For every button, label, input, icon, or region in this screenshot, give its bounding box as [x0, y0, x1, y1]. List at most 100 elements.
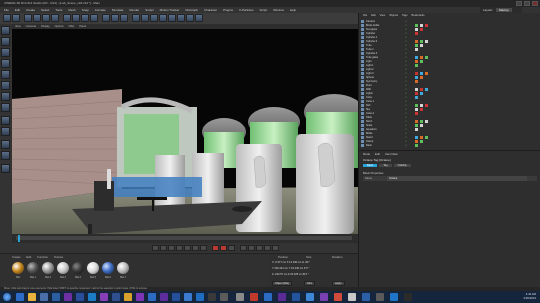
object-tag-icon[interactable] — [420, 76, 423, 79]
coord-row-x[interactable]: X -6.377 cm X 14 330 cm H -90 ° — [272, 261, 310, 264]
object-name[interactable]: Camera — [366, 20, 375, 23]
point-level-key-button[interactable] — [272, 245, 279, 251]
menu-character[interactable]: Character — [204, 8, 217, 12]
taskbar-app-icon[interactable] — [148, 293, 156, 301]
visibility-check-icon[interactable]: ✓ — [405, 60, 407, 63]
polygons-mode-icon[interactable] — [1, 103, 10, 112]
play-button[interactable] — [176, 245, 183, 251]
object-name[interactable]: Aquarium — [366, 128, 377, 131]
visibility-check-icon[interactable]: ✓ — [405, 108, 407, 111]
visibility-check-icon[interactable]: ✓ — [405, 144, 407, 147]
taskbar-app-icon[interactable] — [40, 293, 48, 301]
object-tag-icon[interactable] — [415, 72, 418, 75]
menu-render[interactable]: Render — [129, 8, 139, 12]
object-name[interactable]: Scale — [366, 124, 372, 127]
taskbar-clock[interactable]: 4:42 AM 2/26/2013 — [504, 292, 536, 300]
viewport-menu-cameras[interactable]: Cameras — [26, 25, 37, 28]
render-picture-viewer-icon[interactable] — [111, 14, 119, 22]
object-tag-icon[interactable] — [415, 120, 418, 123]
object-name[interactable]: Cylinder.1 — [366, 36, 377, 39]
viewport-menu-view[interactable]: View — [15, 25, 21, 28]
material-swatch[interactable] — [12, 262, 24, 274]
timeline[interactable] — [12, 234, 358, 243]
taskbar-app-icon[interactable] — [292, 293, 300, 301]
om-menu-bookmarks[interactable]: Bookmarks — [412, 14, 425, 17]
taskbar-app-icon[interactable] — [136, 293, 144, 301]
object-tag-icon[interactable] — [415, 48, 418, 51]
taskbar-app-icon[interactable] — [250, 293, 258, 301]
object-tag-icon[interactable] — [415, 108, 418, 111]
visibility-check-icon[interactable]: ✓ — [405, 40, 407, 43]
visibility-check-icon[interactable]: ✓ — [405, 56, 407, 59]
visibility-check-icon[interactable]: ✓ — [405, 20, 407, 23]
object-name[interactable]: Clamp — [366, 140, 373, 143]
coord-row-y[interactable]: Y 230.221 cm Y 16 245 cm P 0 ° — [272, 267, 309, 270]
visibility-check-icon[interactable]: ✓ — [405, 80, 407, 83]
taskbar-app-icon[interactable] — [196, 293, 204, 301]
visibility-check-icon[interactable]: ✓ — [405, 84, 407, 87]
object-name[interactable]: Light — [366, 60, 371, 63]
go-to-end-button[interactable] — [200, 245, 207, 251]
keyframe-selection-button[interactable] — [228, 245, 235, 251]
render-settings-icon[interactable] — [120, 14, 128, 22]
menu-help[interactable]: Help — [290, 8, 296, 12]
taskbar-app-icon[interactable] — [100, 293, 108, 301]
object-tag-icon[interactable] — [425, 88, 428, 91]
coord-row-z[interactable]: Z -233.57 cm Z 20 025 cm B 0 ° — [272, 273, 309, 276]
menu-window[interactable]: Window — [273, 8, 284, 12]
object-name[interactable]: Cylinder.2 — [366, 40, 377, 43]
object-name[interactable]: Sky — [366, 108, 370, 111]
material-menu-texture[interactable]: Texture — [54, 255, 63, 259]
object-name[interactable]: Table — [366, 116, 372, 119]
visibility-check-icon[interactable]: ✓ — [405, 44, 407, 47]
taskbar-app-icon[interactable] — [362, 293, 370, 301]
visibility-check-icon[interactable]: ✓ — [405, 136, 407, 139]
taskbar-app-icon[interactable] — [334, 293, 342, 301]
subdivision-icon[interactable] — [150, 14, 158, 22]
texture-mode-icon[interactable] — [1, 59, 10, 68]
object-tag-icon[interactable] — [425, 120, 428, 123]
coordinate-system-icon[interactable] — [90, 14, 98, 22]
object-tag-icon[interactable] — [425, 56, 428, 59]
object-name[interactable]: Cube — [366, 96, 372, 99]
object-tag-icon[interactable] — [415, 136, 418, 139]
taskbar-app-icon[interactable] — [278, 293, 286, 301]
record-button[interactable] — [212, 245, 219, 251]
taskbar-app-icon[interactable] — [208, 293, 216, 301]
layout-value[interactable]: Startup — [495, 8, 512, 12]
at-menu-edit[interactable]: Edit — [375, 152, 380, 156]
object-tag-icon[interactable] — [415, 56, 418, 59]
object-name[interactable]: Light.3 — [366, 72, 374, 75]
menu-file[interactable]: File — [4, 8, 9, 12]
snap-icon[interactable] — [1, 140, 10, 149]
object-name[interactable]: Stand — [366, 136, 373, 139]
y-axis-icon[interactable] — [72, 14, 80, 22]
object-name[interactable]: Sphere — [366, 76, 374, 79]
menu-create[interactable]: Create — [26, 8, 35, 12]
object-tag-icon[interactable] — [420, 140, 423, 143]
object-tag-icon[interactable] — [420, 24, 423, 27]
cube-icon[interactable] — [132, 14, 140, 22]
menu-mograph[interactable]: MoGraph — [185, 8, 198, 12]
visibility-check-icon[interactable]: ✓ — [405, 52, 407, 55]
object-tag-icon[interactable] — [420, 124, 423, 127]
camera-icon[interactable] — [186, 14, 194, 22]
taskbar-app-icon[interactable] — [124, 293, 132, 301]
taskbar-app-icon[interactable] — [306, 293, 314, 301]
taskbar-app-icon[interactable] — [160, 293, 168, 301]
object-tag-icon[interactable] — [420, 44, 423, 47]
menu-script[interactable]: Script — [260, 8, 268, 12]
close-button[interactable] — [532, 1, 538, 6]
visibility-check-icon[interactable]: ✓ — [405, 104, 407, 107]
scale-key-button[interactable] — [248, 245, 255, 251]
taskbar-app-icon[interactable] — [320, 293, 328, 301]
taskbar-app-icon[interactable] — [236, 293, 244, 301]
object-name[interactable]: Light.1 — [366, 64, 374, 67]
object-tag-icon[interactable] — [415, 88, 418, 91]
taskbar-app-icon[interactable] — [76, 293, 84, 301]
make-editable-icon[interactable] — [1, 26, 10, 35]
object-tag-icon[interactable] — [420, 60, 423, 63]
material-swatch[interactable] — [117, 262, 129, 274]
object-tag-icon[interactable] — [415, 24, 418, 27]
material-menu-create[interactable]: Create — [12, 255, 20, 259]
